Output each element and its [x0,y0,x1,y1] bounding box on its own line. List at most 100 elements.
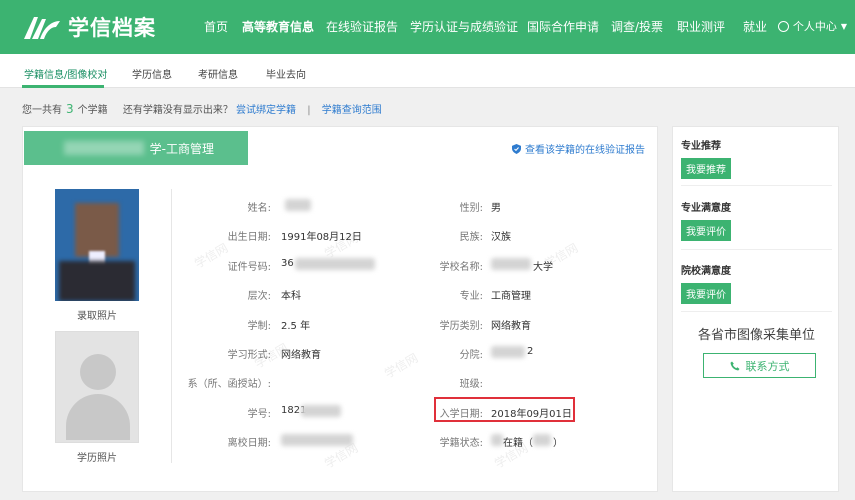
subtab-postgrad-info[interactable]: 考研信息 [198,66,238,81]
field-label-student-id: 学号: [247,409,271,420]
field-value-major: 工商管理 [491,291,531,302]
nav-home[interactable]: 首页 [204,18,228,35]
field-label-level: 层次: [247,291,271,302]
enrollment-tab-label: 学-工商管理 [149,141,214,156]
contact-button[interactable]: 联系方式 [703,353,816,378]
status-close-paren: ） [553,438,563,449]
nav-international-cooperation[interactable]: 国际合作申请 [527,18,599,35]
field-value-study-mode: 网络教育 [281,350,321,361]
major-satisfaction-section: 专业满意度 我要评价 [681,199,832,241]
field-value-birthdate: 1991年08月12日 [281,232,362,243]
nav-degree-certification[interactable]: 学历认证与成绩验证 [410,18,518,35]
field-value-id-number: 36 [281,258,294,269]
subtab-graduation-destination[interactable]: 毕业去向 [266,66,306,81]
field-value-school: 大学 [533,262,553,273]
nav-online-verification[interactable]: 在线验证报告 [326,18,398,35]
enrollment-count: 3 [66,102,74,116]
field-value-gender: 男 [491,203,501,214]
user-icon [777,20,789,32]
field-label-birthdate: 出生日期: [227,232,271,243]
separator: | [307,105,311,116]
rate-major-button[interactable]: 我要评价 [681,220,731,241]
top-navigation-bar: 学信档案 首页 高等教育信息 在线验证报告 学历认证与成绩验证 国际合作申请 调… [0,0,855,54]
enrollment-tab[interactable]: 学-工商管理 [24,131,248,165]
admission-photo [55,189,139,301]
redacted-value [301,405,341,417]
admission-photo-caption: 录取照片 [77,311,117,322]
sub-navigation: 学籍信息/图像校对 学历信息 考研信息 毕业去向 [0,54,855,88]
divider [681,249,832,250]
field-label-school: 学校名称: [439,262,483,273]
field-label-department: 系（所、函授站）: [187,379,271,390]
redacted-value [281,434,353,446]
redacted-school-name [64,141,144,155]
photo-collection-units-title: 各省市图像采集单位 [697,328,815,343]
contact-button-label: 联系方式 [745,359,790,373]
field-value-degree-category: 网络教育 [491,321,531,332]
count-suffix: 个学籍 [77,105,108,116]
major-recommend-title: 专业推荐 [681,141,721,152]
nav-career-assessment[interactable]: 职业测评 [677,18,725,35]
missing-question: 还有学籍没有显示出来？ [122,105,233,116]
view-verification-report-link[interactable]: 查看该学籍的在线验证报告 [512,141,645,156]
field-label-name: 姓名: [247,203,271,214]
active-tab-indicator [22,85,104,88]
logo-text: 学信档案 [68,16,156,40]
field-label-leave-date: 离校日期: [227,438,271,449]
rate-school-button[interactable]: 我要评价 [681,283,731,304]
enrollment-date-highlight [434,397,575,422]
field-label-branch: 分院: [459,350,483,361]
enrollment-card: 学-工商管理 查看该学籍的在线验证报告 学信网 学信网 学信网 学信网 学信网 … [22,126,658,492]
field-label-study-mode: 学习形式: [227,350,271,361]
redacted-value [491,346,525,358]
bind-enrollment-link[interactable]: 尝试绑定学籍 [236,105,296,116]
person-silhouette-icon [80,354,116,390]
redacted-value [533,434,551,446]
user-center-menu[interactable]: 个人中心 ▼ [777,18,847,34]
degree-photo-caption: 学历照片 [77,453,117,464]
field-label-class: 班级: [459,379,483,390]
field-value-branch: 2 [527,346,534,357]
query-scope-link[interactable]: 学籍查询范围 [322,105,382,116]
field-label-status: 学籍状态: [439,438,483,449]
school-satisfaction-title: 院校满意度 [681,266,731,277]
school-satisfaction-section: 院校满意度 我要评价 [681,262,832,304]
side-panel: 专业推荐 我要推荐 专业满意度 我要评价 院校满意度 我要评价 各省市图像采集单… [672,126,839,492]
redacted-value [295,258,375,270]
caret-down-icon: ▼ [840,21,847,31]
field-label-id-number: 证件号码: [227,262,271,273]
redacted-value [285,199,311,211]
major-recommend-section: 专业推荐 我要推荐 [681,137,832,179]
field-label-major: 专业: [459,291,483,302]
shield-icon [512,143,521,154]
verify-link-label: 查看该学籍的在线验证报告 [525,145,645,156]
user-center-label: 个人中心 [792,20,837,33]
nav-survey-vote[interactable]: 调查/投票 [611,18,663,35]
subtab-degree-info[interactable]: 学历信息 [132,66,172,81]
site-logo[interactable]: 学信档案 [22,12,156,42]
degree-photo-placeholder [55,331,139,443]
watermark-text: 学信网 [192,240,231,271]
subtab-enrollment-info[interactable]: 学籍信息/图像校对 [24,66,107,81]
field-label-ethnicity: 民族: [459,232,483,243]
redacted-value [491,434,503,446]
field-value-ethnicity: 汉族 [491,232,511,243]
field-label-duration: 学制: [247,321,271,332]
count-prefix: 您一共有 [22,105,62,116]
recommend-button[interactable]: 我要推荐 [681,158,731,179]
nav-higher-education[interactable]: 高等教育信息 [242,18,314,35]
divider [171,189,172,463]
field-value-level: 本科 [281,291,301,302]
divider [681,185,832,186]
field-label-gender: 性别: [459,203,483,214]
watermark-text: 学信网 [382,350,421,381]
redacted-value [491,258,531,270]
nav-employment[interactable]: 就业 [743,18,767,35]
field-label-degree-category: 学历类别: [439,321,483,332]
major-satisfaction-title: 专业满意度 [681,203,731,214]
phone-icon [730,361,739,370]
enrollment-count-line: 您一共有 3 个学籍 还有学籍没有显示出来？ 尝试绑定学籍 | 学籍查询范围 [22,101,382,116]
field-value-duration: 2.5 年 [281,321,311,332]
divider [681,311,832,312]
book-logo-icon [24,17,60,39]
